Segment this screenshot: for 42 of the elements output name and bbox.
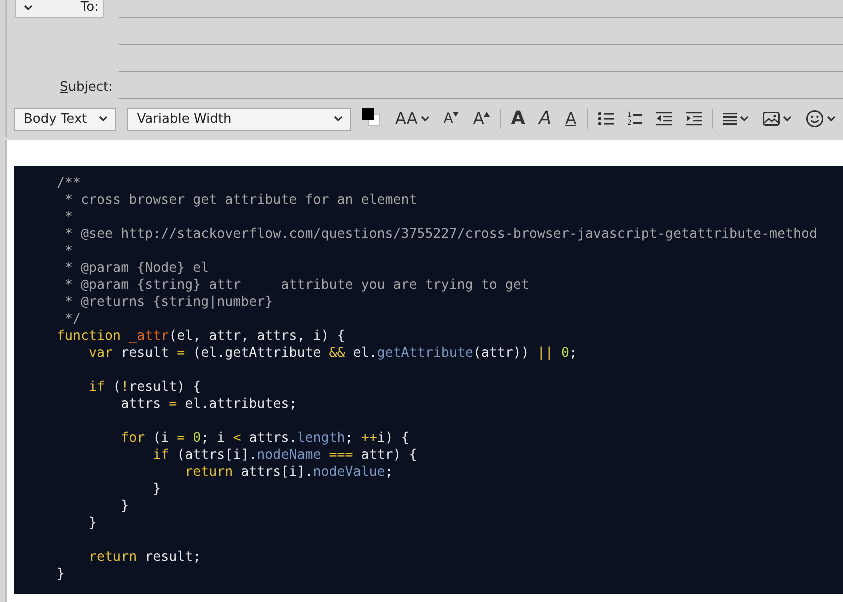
code-line: if (!result) { bbox=[88, 379, 202, 396]
code-comment: * @param {Node} el bbox=[64, 260, 210, 277]
code-line: } bbox=[56, 566, 66, 583]
up-triangle-icon bbox=[484, 112, 490, 117]
code-line: for (i = 0; i < attrs.length; ++i) { bbox=[120, 430, 410, 447]
code-line: } bbox=[88, 515, 98, 532]
code-line: } bbox=[120, 498, 130, 515]
outdent-icon bbox=[656, 112, 672, 126]
code-comment: * @see http://stackoverflow.com/questions/3755227/cross-browser-javascript-getattribute-method bbox=[64, 226, 818, 243]
code-line: if (attrs[i].nodeName === attr) { bbox=[152, 447, 418, 464]
picture-icon bbox=[763, 112, 780, 126]
to-button[interactable]: To: bbox=[15, 0, 104, 18]
grow-font-button[interactable]: A bbox=[470, 108, 494, 130]
shrink-font-button[interactable]: A bbox=[440, 108, 462, 130]
chevron-icon bbox=[99, 116, 108, 122]
code-line: attrs = el.attributes; bbox=[120, 396, 298, 413]
bold-button[interactable]: A bbox=[508, 108, 528, 130]
code-line: } bbox=[152, 481, 162, 498]
code-line: return result; bbox=[88, 549, 202, 566]
font-dropdown[interactable]: Variable Width bbox=[127, 108, 352, 130]
code-comment: * @param {string} attr attribute you are trying to get bbox=[64, 277, 530, 294]
chevron-icon bbox=[334, 116, 344, 122]
paragraph-style-dropdown[interactable]: Body Text bbox=[14, 108, 116, 130]
code-line: return attrs[i].nodeValue; bbox=[184, 464, 394, 481]
align-lines-icon bbox=[723, 113, 738, 125]
code-comment: * cross browser get attribute for an element bbox=[64, 192, 418, 209]
subject-label: Subject: bbox=[60, 80, 113, 97]
italic-button[interactable]: A bbox=[536, 108, 555, 130]
bullet-list-icon bbox=[598, 112, 614, 126]
indent-icon bbox=[686, 112, 702, 126]
code-comment: * @returns {string|number} bbox=[64, 294, 274, 311]
smiley-icon bbox=[806, 110, 824, 128]
underline-button[interactable]: A bbox=[562, 108, 580, 130]
chevron-icon bbox=[24, 4, 33, 10]
down-triangle-icon bbox=[453, 112, 460, 117]
code-comment: * bbox=[64, 243, 74, 260]
font-size-button[interactable]: AA bbox=[392, 108, 433, 130]
code-comment: */ bbox=[64, 311, 82, 328]
code-line: var result = (el.getAttribute && el.getAttribute(attr)) || 0; bbox=[88, 345, 578, 362]
code-line: function _attr(el, attr, attrs, i) { bbox=[56, 328, 346, 345]
code-comment: /** bbox=[56, 175, 82, 192]
code-comment: * bbox=[64, 209, 74, 226]
